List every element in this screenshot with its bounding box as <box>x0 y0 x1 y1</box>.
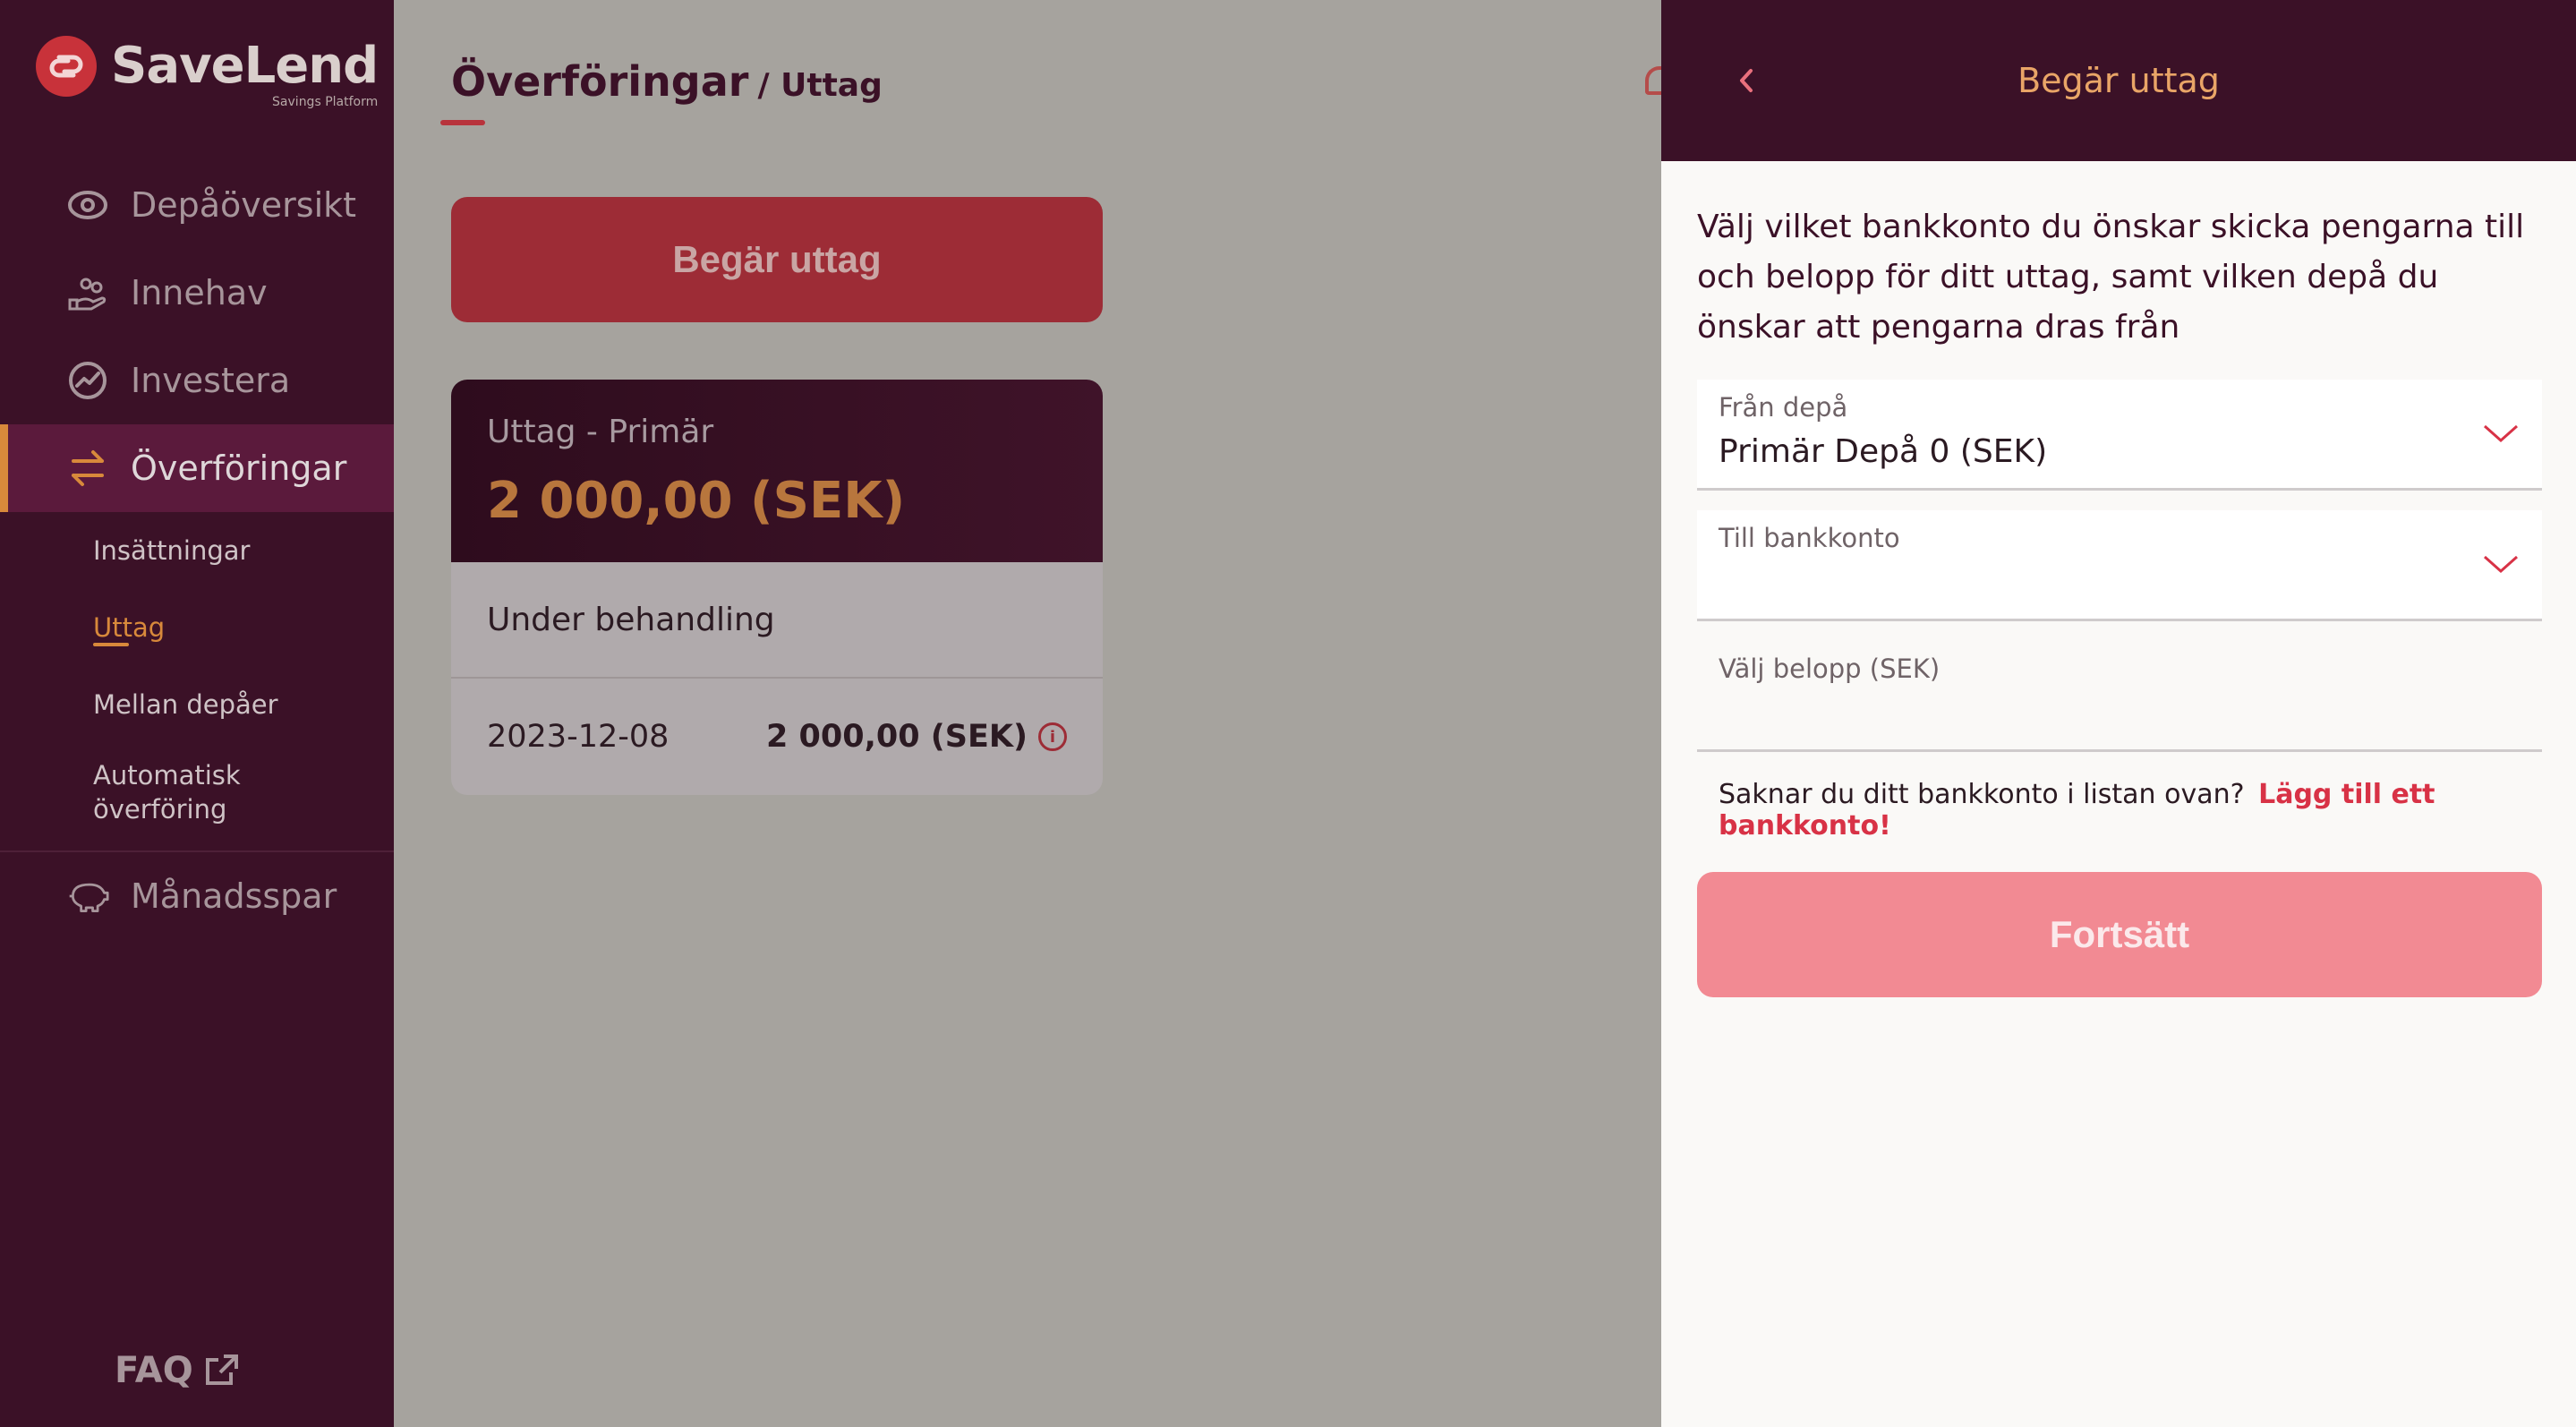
request-withdrawal-button[interactable]: Begär uttag <box>451 197 1103 322</box>
from-depot-label: Från depå <box>1719 392 1848 423</box>
sidebar-item-investera[interactable]: Investera <box>0 337 394 424</box>
sidebar-item-label: Depåöversikt <box>131 185 357 225</box>
piggy-bank-icon <box>66 875 109 918</box>
card-status: Under behandling <box>451 562 1103 679</box>
card-title: Uttag - Primär <box>487 414 714 450</box>
eye-icon <box>66 184 109 226</box>
transfer-arrows-icon <box>66 447 109 490</box>
withdrawal-card: Uttag - Primär 2 000,00 (SEK) Under beha… <box>451 380 1103 795</box>
card-header: Uttag - Primär 2 000,00 (SEK) <box>451 380 1103 562</box>
panel-intro-text: Välj vilket bankkonto du önskar skicka p… <box>1697 209 2525 346</box>
breadcrumb-page: / Uttag <box>757 67 883 104</box>
add-account-hint: Saknar du ditt bankkonto i listan ovan? … <box>1697 779 2540 842</box>
sidebar-item-label: Överföringar <box>131 449 347 488</box>
sidebar-item-depaoversikt[interactable]: Depåöversikt <box>0 161 394 249</box>
subnav-item-insattningar[interactable]: Insättningar <box>93 512 394 589</box>
sidebar-item-label: Investera <box>131 361 291 400</box>
subnav-item-automatisk-overforing[interactable]: Automatisk överföring <box>93 743 254 842</box>
amount-label: Välj belopp (SEK) <box>1719 654 1941 684</box>
breadcrumb: Överföringar / Uttag <box>439 57 883 125</box>
transaction-amount: 2 000,00 (SEK) <box>765 719 1028 755</box>
brand-tagline: Savings Platform <box>272 95 379 109</box>
hint-text: Saknar du ditt bankkonto i listan ovan? <box>1719 779 2245 810</box>
external-link-icon <box>204 1353 240 1389</box>
sidebar-item-innehav[interactable]: Innehav <box>0 249 394 337</box>
sidebar-item-label: Innehav <box>131 273 268 312</box>
amount-input[interactable]: Välj belopp (SEK) <box>1697 641 2542 752</box>
main-content: Överföringar / Uttag Begär uttag Uttag -… <box>394 0 1663 1427</box>
chevron-down-icon <box>2484 555 2518 574</box>
back-chevron-icon[interactable] <box>1729 64 1761 97</box>
sidebar: SaveLend Savings Platform Depåöversikt I… <box>0 0 394 1427</box>
notification-bell-icon[interactable] <box>1645 66 1663 95</box>
panel-body: Välj vilket bankkonto du önskar skicka p… <box>1661 161 2576 997</box>
transaction-row: 2023-12-08 2 000,00 (SEK) i <box>451 679 1103 795</box>
from-depot-value: Primär Depå 0 (SEK) <box>1719 433 2048 470</box>
sidebar-item-manadsspar[interactable]: Månadsspar <box>0 852 394 940</box>
sidebar-nav: Depåöversikt Innehav Investera Överförin… <box>0 161 394 940</box>
breadcrumb-section[interactable]: Överföringar <box>439 57 748 125</box>
logo[interactable]: SaveLend Savings Platform <box>36 36 379 109</box>
withdrawal-panel: Begär uttag Välj vilket bankkonto du öns… <box>1661 0 2576 1427</box>
from-depot-select[interactable]: Från depå Primär Depå 0 (SEK) <box>1697 380 2542 491</box>
continue-button[interactable]: Fortsätt <box>1697 872 2542 997</box>
hand-coins-icon <box>66 271 109 314</box>
sidebar-item-label: Månadsspar <box>131 876 337 916</box>
panel-title: Begär uttag <box>2017 61 2220 100</box>
faq-label: FAQ <box>115 1350 193 1391</box>
to-bank-account-select[interactable]: Till bankkonto <box>1697 510 2542 621</box>
panel-header: Begär uttag <box>1661 0 2576 161</box>
brand-name: SaveLend <box>111 37 379 95</box>
subnav-item-uttag[interactable]: Uttag <box>93 589 394 666</box>
sidebar-item-overforingar[interactable]: Överföringar <box>0 424 394 512</box>
chevron-down-icon <box>2484 424 2518 443</box>
trend-chart-icon <box>66 359 109 402</box>
transfers-subnav: Insättningar Uttag Mellan depåer Automat… <box>0 512 394 842</box>
savelend-logo-icon <box>36 36 97 97</box>
transaction-date: 2023-12-08 <box>487 719 670 755</box>
faq-link[interactable]: FAQ <box>115 1350 240 1391</box>
card-amount: 2 000,00 (SEK) <box>487 472 906 530</box>
subnav-item-mellan-depaer[interactable]: Mellan depåer <box>93 666 394 743</box>
info-icon[interactable]: i <box>1038 722 1067 751</box>
to-bank-account-label: Till bankkonto <box>1719 523 1900 553</box>
